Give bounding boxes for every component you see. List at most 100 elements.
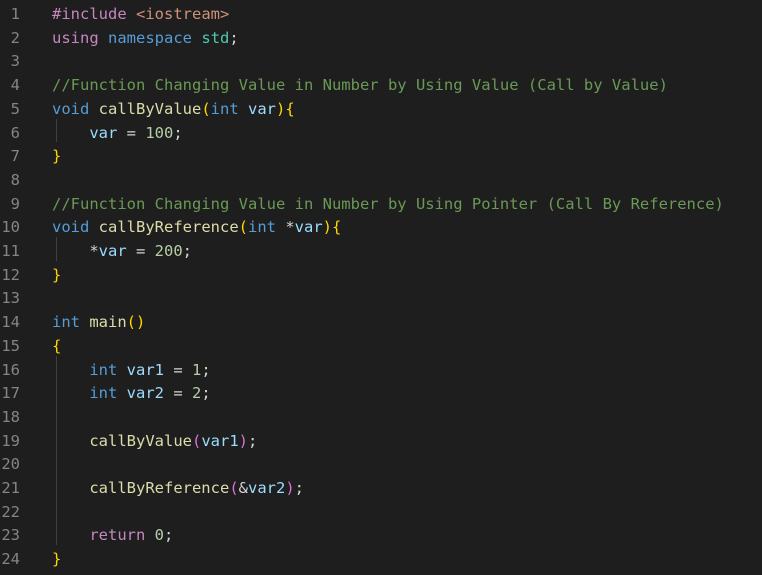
code-line[interactable]: 15 {: [0, 335, 762, 359]
line-number: 22: [1, 502, 20, 521]
code-content: }: [52, 145, 61, 169]
code-token: callByReference: [89, 479, 230, 497]
code-token: (: [191, 431, 202, 450]
code-line[interactable]: 16 int var1 = 1;: [0, 359, 762, 383]
code-line[interactable]: 18: [0, 406, 762, 430]
code-token: std: [201, 28, 230, 47]
code-token: void: [52, 218, 90, 237]
code-token: {: [52, 336, 62, 355]
code-line[interactable]: 10 void callByReference(int *var){: [0, 216, 762, 240]
code-token: callByValue: [89, 431, 192, 450]
code-token: var2: [248, 479, 286, 497]
code-line[interactable]: 14 int main(): [0, 311, 762, 335]
code-content: *var = 200;: [52, 240, 192, 264]
code-token: //Function Changing Value in Number by U…: [52, 76, 668, 95]
line-number: 20: [1, 455, 20, 474]
code-line[interactable]: 13: [0, 287, 762, 311]
code-token: int: [89, 384, 118, 403]
code-token: var1: [126, 360, 164, 379]
code-token: ;: [229, 28, 239, 47]
code-token: ): [322, 218, 333, 237]
indent-guide-callbyreference: [56, 237, 57, 261]
line-number: 3: [10, 52, 20, 71]
code-token: (: [229, 479, 239, 497]
code-token: callByReference: [98, 218, 239, 237]
line-number: 23: [1, 526, 20, 545]
code-content: int var1 = 1;: [52, 359, 211, 383]
line-number: 19: [1, 431, 20, 450]
code-line[interactable]: 8: [0, 169, 762, 193]
line-number: 16: [1, 360, 20, 379]
code-line[interactable]: 1 #include <iostream>: [0, 3, 762, 27]
code-token: ;: [201, 360, 211, 379]
code-token: ): [285, 479, 295, 497]
code-token: &: [238, 479, 248, 497]
code-token: =: [117, 123, 146, 142]
code-token: #include: [52, 5, 136, 23]
line-number: 17: [1, 384, 20, 403]
code-line[interactable]: 6 var = 100;: [0, 122, 762, 146]
code-token: 200: [154, 242, 183, 260]
code-line[interactable]: 3: [0, 50, 762, 74]
code-token: ;: [173, 123, 183, 142]
line-number: 9: [10, 194, 20, 213]
code-token: (: [238, 218, 248, 237]
code-line[interactable]: 20: [0, 453, 762, 477]
code-editor[interactable]: 1 #include <iostream> 2 using namespace std…: [0, 0, 762, 575]
code-line[interactable]: 2 using namespace std;: [0, 27, 762, 51]
code-token: =: [164, 384, 192, 403]
code-content: int var2 = 2;: [52, 382, 210, 406]
code-content: //Function Changing Value in Number by U…: [52, 193, 724, 217]
code-content: return 0;: [52, 524, 173, 548]
code-token: var1: [201, 431, 239, 450]
code-line[interactable]: 11 *var = 200;: [0, 240, 762, 264]
code-content: int main(): [52, 311, 145, 335]
code-token: ;: [182, 242, 193, 260]
code-content: #include <iostream>: [52, 3, 229, 27]
code-token: int: [89, 360, 118, 379]
line-number: 6: [10, 123, 20, 142]
code-token: *: [276, 218, 295, 237]
code-token: ;: [248, 431, 258, 450]
code-token: 0: [154, 526, 165, 545]
code-line[interactable]: 5 void callByValue(int var){: [0, 98, 762, 122]
code-line[interactable]: 24}: [0, 548, 762, 572]
code-token: ;: [164, 526, 174, 545]
code-line[interactable]: 17 int var2 = 2;: [0, 382, 762, 406]
code-token: }: [52, 147, 62, 166]
code-token: (: [201, 99, 211, 118]
code-content: callByReference(&var2);: [52, 477, 304, 501]
code-line[interactable]: 9 //Function Changing Value in Number by …: [0, 193, 762, 217]
code-token: var: [294, 218, 323, 237]
indent-guide-main: [56, 355, 57, 546]
code-token: ): [276, 99, 286, 118]
code-line[interactable]: 21 callByReference(&var2);: [0, 477, 762, 501]
code-line[interactable]: 4 //Function Changing Value in Number by …: [0, 74, 762, 98]
code-line[interactable]: 7}: [0, 145, 762, 169]
code-token: callByValue: [98, 99, 202, 118]
code-token: 2: [192, 384, 202, 403]
code-content: }: [52, 264, 61, 288]
code-token: var2: [126, 384, 164, 403]
code-line[interactable]: 19 callByValue(var1);: [0, 430, 762, 454]
line-number: 2: [10, 28, 20, 47]
line-number: 10: [1, 218, 20, 237]
code-token: <iostream>: [136, 5, 230, 23]
code-token: ): [238, 431, 248, 450]
code-token: =: [126, 242, 155, 260]
code-line[interactable]: 23 return 0;: [0, 524, 762, 548]
code-token: *: [52, 242, 99, 260]
code-token: var: [98, 242, 127, 260]
line-number: 12: [1, 265, 20, 284]
code-line[interactable]: 12}: [0, 264, 762, 288]
code-line[interactable]: 22: [0, 501, 762, 525]
code-token: (): [126, 313, 146, 332]
